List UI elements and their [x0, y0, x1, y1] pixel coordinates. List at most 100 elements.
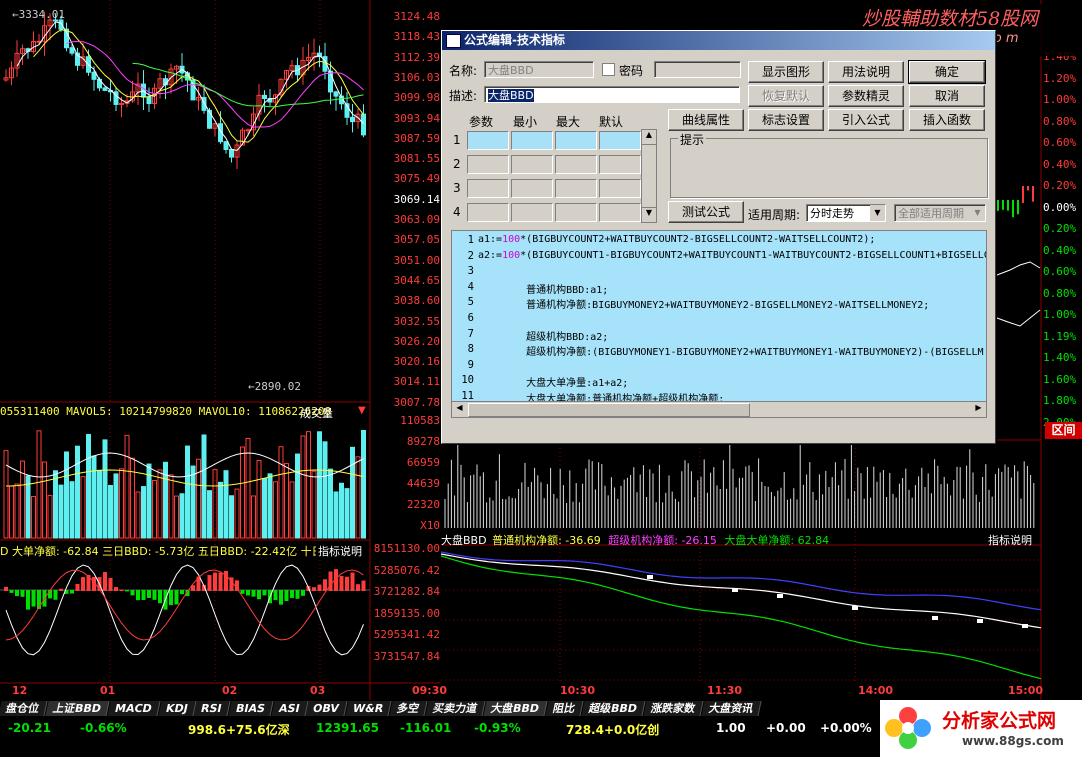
param-cell[interactable] — [599, 155, 641, 174]
indicator-tab[interactable]: OBV — [305, 701, 348, 716]
indicator-tab[interactable]: MACD — [107, 701, 161, 716]
bbd-bar — [20, 590, 25, 597]
candle — [361, 113, 366, 136]
param-cell[interactable] — [555, 155, 597, 174]
param-cell[interactable] — [467, 155, 509, 174]
logo-title: 分析家公式网 — [942, 710, 1057, 732]
status-sz-change: -116.01 — [400, 721, 452, 735]
param-cell[interactable] — [555, 131, 597, 150]
formula-code-editor[interactable]: 1 a1:=100*(BIGBUYCOUNT2+WAITBUYCOUNT2-BIG… — [451, 230, 987, 418]
param-cell[interactable] — [511, 131, 553, 150]
password-checkbox[interactable] — [602, 63, 615, 76]
percent-tick: 0.20% — [1043, 179, 1077, 192]
indicator-tab[interactable]: 大盘资讯 — [701, 701, 762, 716]
description-field[interactable]: 大盘BBD — [484, 86, 740, 103]
scroll-down-icon[interactable]: ▼ — [642, 207, 656, 222]
param-cell[interactable] — [555, 179, 597, 198]
period-select[interactable]: 分时走势 ▼ — [806, 204, 886, 222]
volume-bar — [223, 470, 229, 539]
code-horizontal-scrollbar[interactable]: ◀ ▶ — [452, 401, 986, 417]
param-cell[interactable] — [555, 203, 597, 222]
all-period-dropdown-icon[interactable]: ▼ — [970, 205, 985, 221]
indicator-tab[interactable]: W&R — [345, 701, 392, 716]
indicator-tab[interactable]: 多空 — [389, 701, 428, 716]
param-cell[interactable] — [599, 203, 641, 222]
volume-bar — [69, 481, 75, 539]
volume-bar — [36, 430, 42, 539]
volume-bar — [251, 495, 256, 539]
intraday-mini-bar — [1012, 200, 1014, 218]
indicator-tab[interactable]: 上证BBD — [45, 701, 110, 716]
indicator-tab[interactable]: 买卖力道 — [425, 701, 486, 716]
curve-attr-button[interactable]: 曲线属性 — [668, 109, 744, 131]
indicator-tab[interactable]: ASI — [271, 701, 308, 716]
cancel-button[interactable]: 取消 — [909, 85, 985, 107]
code-line-number: 1 — [467, 234, 474, 246]
indicator-tab[interactable]: 阻比 — [545, 701, 584, 716]
price-tick: 3075.49 — [393, 172, 440, 186]
bbd-tick: 3731547.84 — [373, 649, 440, 663]
indicator-tab[interactable]: KDJ — [157, 701, 196, 716]
month-label: 12 — [12, 684, 28, 697]
volume-bar — [317, 431, 322, 539]
volume-bar — [31, 495, 36, 539]
param-cell[interactable] — [467, 203, 509, 222]
param-cell[interactable] — [467, 131, 509, 150]
sign-set-button[interactable]: 标志设置 — [748, 109, 824, 131]
param-cell[interactable] — [599, 179, 641, 198]
left-indicator-help-button[interactable]: 指标说明 — [316, 543, 364, 559]
param-cell[interactable] — [511, 155, 553, 174]
param-cell[interactable] — [599, 131, 641, 150]
price-tick: 3020.16 — [393, 355, 440, 369]
ok-button[interactable]: 确定 — [908, 60, 986, 84]
scroll-up-icon[interactable]: ▲ — [642, 130, 656, 145]
insert-function-button[interactable]: 插入函数 — [909, 109, 985, 131]
intraday-indicator-help-button[interactable]: 指标说明 — [988, 532, 1032, 548]
test-formula-button[interactable]: 测试公式 — [668, 201, 744, 223]
param-scrollbar[interactable]: ▲ ▼ — [641, 129, 657, 223]
volume-bar — [361, 429, 366, 539]
bbd-bar — [125, 590, 129, 592]
price-tick: 3069.14 — [393, 192, 440, 206]
percent-tick: 0.80% — [1043, 286, 1077, 300]
indicator-tab[interactable]: BIAS — [228, 701, 274, 716]
indicator-tab[interactable]: 超级BBD — [581, 701, 646, 716]
show-graph-button[interactable]: 显示图形 — [748, 61, 824, 83]
scroll-left-icon[interactable]: ◀ — [453, 403, 466, 415]
usage-button[interactable]: 用法说明 — [828, 61, 904, 83]
bbd-bar — [136, 590, 140, 601]
volume-bar — [86, 433, 91, 539]
status-value-c: +0.00% — [820, 721, 872, 735]
scroll-thumb[interactable] — [468, 403, 750, 417]
volume-bar — [344, 488, 350, 539]
volume-bar — [25, 475, 31, 539]
indicator-tab[interactable]: 大盘BBD — [483, 701, 548, 716]
param-row-number: 4 — [453, 205, 461, 219]
range-button[interactable]: 区间 — [1045, 422, 1082, 439]
param-cell[interactable] — [511, 179, 553, 198]
indicator-tab[interactable]: RSI — [193, 701, 231, 716]
volume-bar — [234, 488, 240, 539]
indicator-tab[interactable]: 盘仓位 — [0, 701, 48, 716]
bbd-bar — [246, 590, 250, 596]
import-formula-button[interactable]: 引入公式 — [828, 109, 904, 131]
param-tune-button[interactable]: 参数精灵 — [828, 85, 904, 107]
param-cell[interactable] — [511, 203, 553, 222]
restore-default-button[interactable]: 恢复默认 — [748, 85, 824, 107]
volume-bar — [322, 441, 328, 539]
bbd-bar — [262, 590, 267, 596]
indicator-tab[interactable]: 涨跌家数 — [643, 701, 704, 716]
name-field[interactable]: 大盘BBD — [484, 61, 594, 78]
all-period-select[interactable]: 全部适用周期 ▼ — [894, 204, 986, 222]
password-field[interactable] — [654, 61, 741, 78]
period-dropdown-icon[interactable]: ▼ — [870, 205, 885, 221]
super-bbd-line — [440, 551, 1042, 611]
volume-bar — [196, 458, 201, 539]
param-cell[interactable] — [467, 179, 509, 198]
indicator-tab-bar: 盘仓位 上证BBD MACD KDJ RSI BIAS ASI OBV W&R 多空 买卖力道 大盘B… — [0, 701, 800, 717]
code-number-literal: 100 — [502, 234, 521, 245]
dialog-titlebar[interactable]: 公式编辑-技术指标 — [442, 31, 995, 50]
bbd-bar — [53, 590, 58, 600]
scroll-right-icon[interactable]: ▶ — [972, 403, 985, 415]
volume-menu-arrow-icon[interactable]: ▼ — [358, 405, 366, 416]
